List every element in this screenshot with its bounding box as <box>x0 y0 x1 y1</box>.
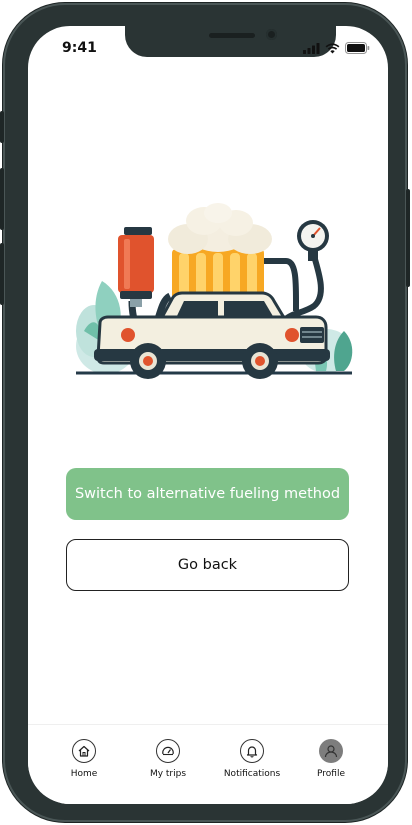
nav-label-profile: Profile <box>317 769 345 779</box>
home-icon <box>72 739 96 763</box>
bottom-navigation: Home My trips Notifications Profile <box>28 724 388 804</box>
wifi-icon <box>325 42 340 53</box>
phone-frame: 9:41 Switch to alternative fueling metho… <box>0 3 410 822</box>
status-time: 9:41 <box>62 40 97 56</box>
speaker-grille <box>209 33 255 38</box>
pressure-gauge <box>297 220 329 261</box>
nav-label-my-trips: My trips <box>149 769 187 779</box>
nav-item-notifications[interactable]: Notifications <box>212 739 292 779</box>
app-screen: 9:41 Switch to alternative fueling metho… <box>28 26 388 804</box>
status-icons <box>303 42 370 54</box>
battery-icon <box>345 42 370 54</box>
nav-item-profile[interactable]: Profile <box>291 739 371 779</box>
nav-item-home[interactable]: Home <box>44 739 124 779</box>
front-camera <box>266 29 277 40</box>
car-fueling-illustration <box>76 203 353 379</box>
nav-label-notifications: Notifications <box>223 769 281 779</box>
volume-up-button <box>0 168 4 230</box>
power-button <box>406 189 410 287</box>
nav-item-my-trips[interactable]: My trips <box>128 739 208 779</box>
nav-label-home: Home <box>70 769 98 779</box>
speedometer-icon <box>156 739 180 763</box>
silent-switch <box>0 111 4 143</box>
avatar-icon <box>319 739 343 763</box>
volume-down-button <box>0 243 4 305</box>
go-back-button[interactable]: Go back <box>66 539 349 591</box>
cellular-signal-icon <box>303 42 320 54</box>
red-canister <box>118 227 154 307</box>
switch-fueling-method-button[interactable]: Switch to alternative fueling method <box>66 468 349 520</box>
bell-icon <box>240 739 264 763</box>
